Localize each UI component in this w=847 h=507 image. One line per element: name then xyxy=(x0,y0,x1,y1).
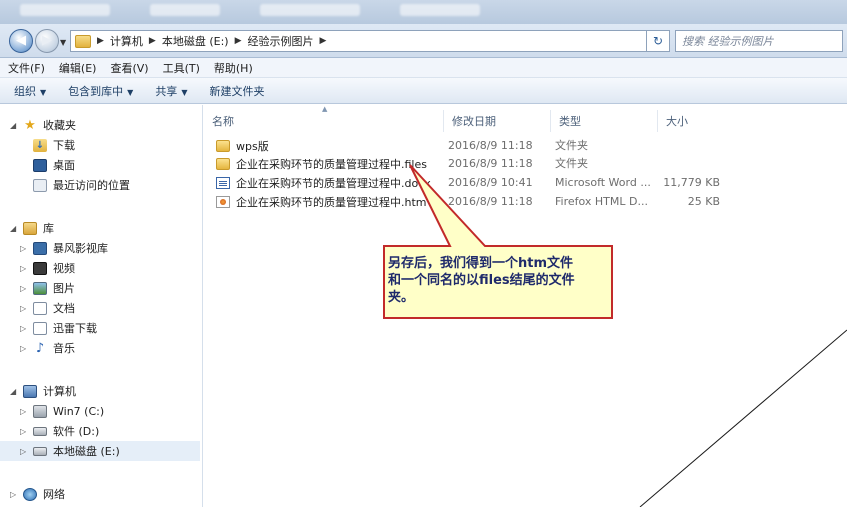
callout-line: 和一个同名的以files结尾的文件 xyxy=(388,273,575,288)
annotation-callout xyxy=(383,164,613,319)
callout-line: 另存后，我们得到一个htm文件 xyxy=(388,256,574,271)
callout-line: 夹。 xyxy=(388,290,415,305)
callout-text: 另存后，我们得到一个htm文件 和一个同名的以files结尾的文件 夹。 xyxy=(388,255,610,306)
